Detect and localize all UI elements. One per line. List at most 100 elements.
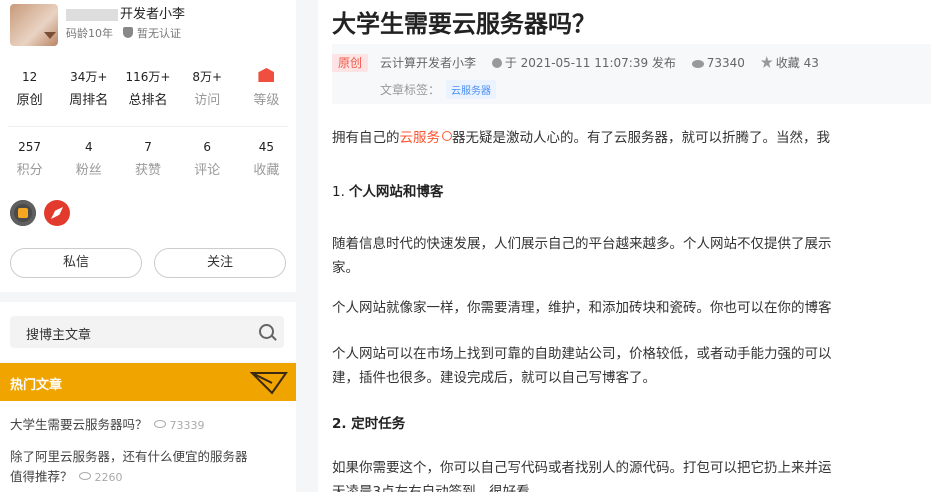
text: 天凌晨3点左右自动签到，很好看。 (332, 484, 544, 492)
stats-row-2: 257 积分 4 粉丝 7 获赞 6 评论 45 收藏 (0, 138, 296, 178)
section-heading: 2. 定时任务 (332, 416, 406, 432)
original-badge: 原创 (332, 54, 368, 72)
avatar[interactable] (10, 4, 58, 46)
hot-article-title: 除了阿里云服务器，还有什么便宜的服务器 (10, 449, 248, 464)
view-count-value: 73339 (169, 419, 205, 432)
hot-article-title: 大学生需要云服务器吗？ (10, 417, 148, 432)
article-author[interactable]: 云计算开发者小李 (380, 56, 476, 70)
stat-label: 粉丝 (75, 163, 102, 178)
stat-points[interactable]: 257 积分 (0, 138, 59, 178)
sidebar: 开发者小李 码龄10年 暂无认证 12 原创 34万+ 周排名 116万+ 总排名 8万… (0, 0, 296, 492)
search-icon[interactable] (259, 324, 274, 339)
search-icon[interactable] (442, 131, 452, 141)
hot-article-item[interactable]: 除了阿里云服务器，还有什么便宜的服务器 值得推荐？ 2260 (10, 447, 290, 488)
clock-icon (491, 58, 502, 68)
stat-week-rank[interactable]: 34万+ 周排名 (59, 68, 118, 108)
badges (10, 200, 70, 226)
message-button[interactable]: 私信 (10, 248, 142, 278)
stat-label: 访问 (194, 93, 221, 108)
certification-status: 暂无认证 (137, 27, 181, 40)
stat-label: 总排名 (128, 93, 168, 108)
hot-articles-list: 大学生需要云服务器吗？ 73339 除了阿里云服务器，还有什么便宜的服务器 值得推… (0, 401, 296, 492)
text: 个人网站可以在市场上找到可靠的自助建站公司，价格较低，或者动手能力强的可以 (332, 346, 832, 362)
badge-icon[interactable] (10, 200, 36, 226)
search-input[interactable]: 搜博主文章 (10, 316, 284, 348)
tag-line: 文章标签： 云服务器 (380, 80, 497, 99)
profile-actions: 私信 关注 (10, 248, 286, 278)
hot-articles-header: 热门文章 (0, 363, 296, 401)
paper-plane-icon (250, 372, 288, 395)
stat-value: 116万+ (125, 70, 171, 84)
article-views: 73340 (706, 56, 745, 70)
stat-label: 评论 (194, 163, 221, 178)
publish-time: 于 2021-05-11 11:07:39 发布 (504, 56, 676, 70)
paragraph: 随着信息时代的快速发展，人们展示自己的平台越来越多。个人网站不仅提供了展示 家。 (332, 232, 832, 280)
stat-label: 获赞 (135, 163, 162, 178)
stat-value: 45 (258, 140, 275, 154)
paragraph: 个人网站就像家一样，你需要清理，维护，和添加砖块和瓷砖。你也可以在你的博客 (332, 300, 832, 316)
meta-line: 云计算开发者小李 于 2021-05-11 11:07:39 发布 73340 … (380, 54, 819, 71)
stat-value: 12 (21, 70, 38, 84)
view-count: 2260 (78, 471, 123, 484)
stat-label: 周排名 (69, 93, 109, 108)
favorites-count[interactable]: 收藏 43 (776, 56, 819, 70)
paragraph: 拥有自己的云服务 器无疑是激动人心的。有了云服务器，就可以折腾了。当然，我 (332, 126, 830, 150)
avatar-badge-icon (44, 32, 56, 39)
stat-fans[interactable]: 4 粉丝 (59, 138, 118, 178)
text: 如果你需要这个，你可以自己写代码或者找别人的源代码。打包可以把它扔上来并运 (332, 460, 832, 476)
stat-value: 4 (84, 140, 93, 154)
code-age: 码龄10年 (66, 27, 113, 40)
stat-label: 原创 (16, 93, 43, 108)
stat-favorites[interactable]: 45 收藏 (237, 138, 296, 178)
author-meta: 码龄10年 暂无认证 (66, 25, 181, 41)
divider (8, 126, 288, 127)
star-icon[interactable] (760, 56, 773, 68)
author-name[interactable]: 开发者小李 (66, 3, 185, 22)
hot-article-title-cont: 值得推荐？ (10, 469, 73, 484)
stat-comments[interactable]: 6 评论 (178, 138, 237, 178)
text: 建，插件也很多。建设完成后，就可以自己写博客了。 (332, 370, 656, 386)
heading-number: 1. (332, 184, 345, 200)
shield-icon (123, 27, 133, 38)
search-card: 搜博主文章 (0, 302, 296, 362)
article-meta: 原创 云计算开发者小李 于 2021-05-11 11:07:39 发布 733… (332, 44, 931, 104)
stat-visits[interactable]: 8万+ 访问 (178, 68, 237, 108)
section-heading: 1. 个人网站和博客 (332, 180, 443, 200)
text: 家。 (332, 260, 359, 276)
heading-text: 个人网站和博客 (348, 184, 444, 200)
stat-label: 积分 (16, 163, 43, 178)
stat-original[interactable]: 12 原创 (0, 68, 59, 108)
text: 器无疑是激动人心的。有了云服务器，就可以折腾了。当然，我 (452, 130, 830, 146)
stat-likes[interactable]: 7 获赞 (118, 138, 177, 178)
stat-value: 7 (144, 140, 152, 154)
level-icon (258, 68, 275, 82)
hot-articles-title: 热门文章 (10, 378, 63, 393)
stat-label: 收藏 (253, 163, 280, 178)
stat-value: 6 (203, 140, 212, 154)
eye-icon (153, 420, 166, 428)
stat-level[interactable]: 等级 (237, 68, 296, 108)
hot-article-item[interactable]: 大学生需要云服务器吗？ 73339 (10, 415, 290, 436)
stat-value: 257 (18, 140, 42, 154)
article-tag[interactable]: 云服务器 (446, 80, 497, 99)
stat-value: 34万+ (70, 70, 108, 84)
paragraph: 如果你需要这个，你可以自己写代码或者找别人的源代码。打包可以把它扔上来并运 天凌… (332, 456, 832, 492)
badge-icon[interactable] (44, 200, 70, 226)
tags-label: 文章标签： (380, 83, 441, 97)
author-profile-card: 开发者小李 码龄10年 暂无认证 12 原创 34万+ 周排名 116万+ 总排名 8万… (0, 0, 296, 292)
view-count-value: 2260 (94, 471, 123, 484)
search-placeholder: 搜博主文章 (26, 328, 92, 343)
article-main: 大学生需要云服务器吗？ 原创 云计算开发者小李 于 2021-05-11 11:… (318, 0, 931, 492)
article-title: 大学生需要云服务器吗？ (332, 10, 596, 38)
stat-total-rank[interactable]: 116万+ 总排名 (118, 68, 177, 108)
keyword-link[interactable]: 云服务 (400, 130, 441, 146)
blurred-name (66, 8, 118, 21)
stat-value: 8万+ (192, 70, 223, 84)
author-name-text: 开发者小李 (120, 7, 186, 22)
view-count: 73339 (153, 419, 205, 432)
eye-icon (691, 60, 704, 68)
follow-button[interactable]: 关注 (154, 248, 286, 278)
eye-icon (78, 472, 91, 480)
stats-row-1: 12 原创 34万+ 周排名 116万+ 总排名 8万+ 访问 等级 (0, 68, 296, 108)
text: 随着信息时代的快速发展，人们展示自己的平台越来越多。个人网站不仅提供了展示 (332, 236, 832, 252)
